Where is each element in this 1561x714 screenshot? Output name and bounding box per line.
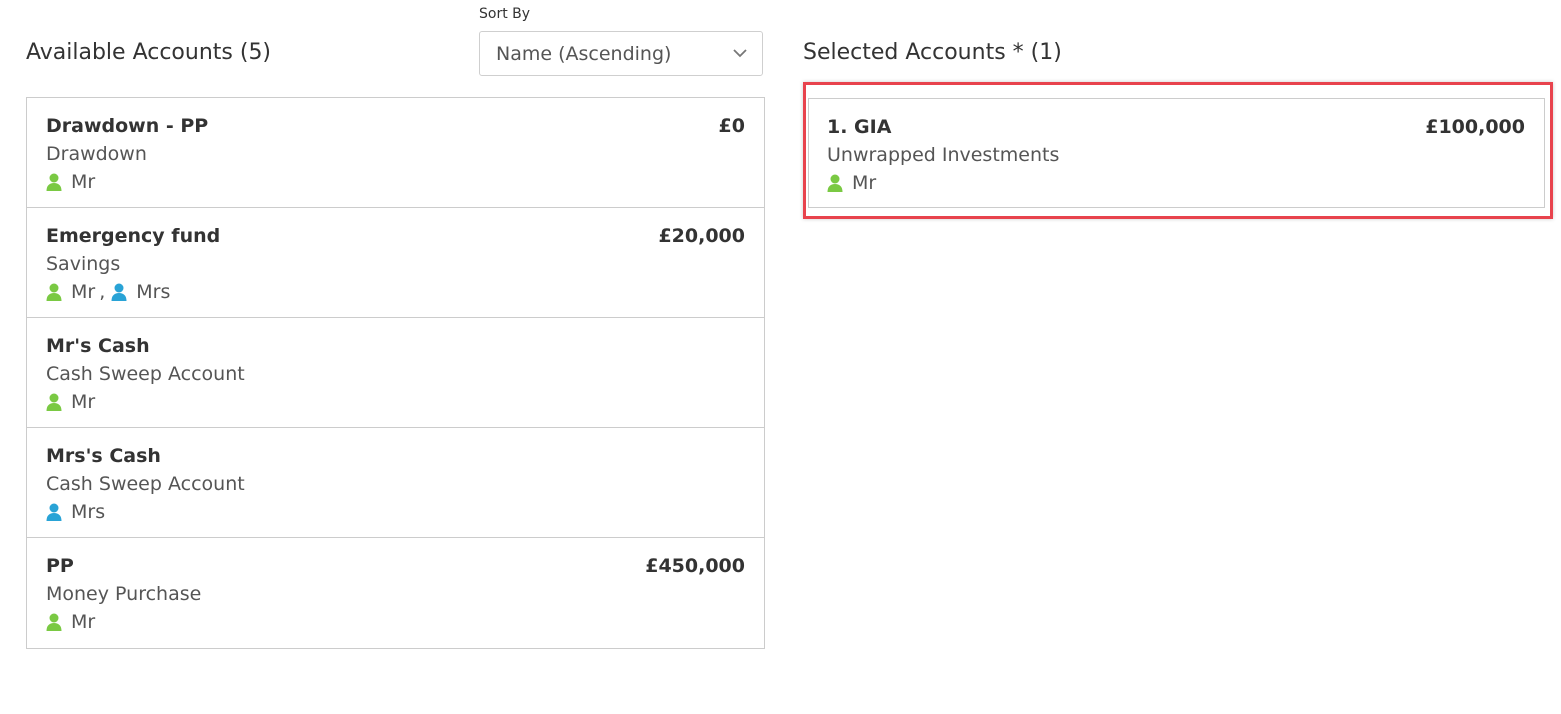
account-name: Drawdown - PP [46, 115, 209, 137]
sort-by-selected-value: Name (Ascending) [496, 42, 672, 65]
account-owners: Mr [46, 608, 745, 636]
account-type: Unwrapped Investments [827, 144, 1060, 166]
account-name: PP [46, 555, 74, 577]
owner-name: Mr [852, 172, 877, 194]
owner-name: Mr [71, 281, 96, 303]
owner-separator: , [99, 281, 106, 303]
account-owner: Mrs [46, 498, 105, 526]
person-icon [46, 503, 62, 521]
account-owner: Mr [46, 388, 95, 416]
account-owner: Mr [46, 608, 95, 636]
person-icon [46, 173, 62, 191]
account-type: Cash Sweep Account [46, 473, 245, 495]
account-name: Emergency fund [46, 225, 221, 247]
account-row[interactable]: Drawdown - PP Drawdown Mr £0 [27, 98, 764, 208]
account-row[interactable]: PP Money Purchase Mr £450,000 [27, 538, 764, 648]
available-accounts-heading: Available Accounts (5) [26, 40, 272, 65]
owner-name: Mr [71, 391, 96, 413]
account-type: Cash Sweep Account [46, 363, 245, 385]
person-icon [46, 613, 62, 631]
account-value: £0 [718, 115, 745, 137]
account-row[interactable]: Emergency fund Savings Mr, Mrs £20,000 [27, 208, 764, 318]
account-owner: Mrs [111, 278, 170, 306]
owner-name: Mrs [71, 501, 106, 523]
account-owner: Mr [46, 168, 95, 196]
account-value: £20,000 [658, 225, 745, 247]
account-value: £100,000 [1425, 116, 1525, 138]
selected-account-card[interactable]: 1. GIA Unwrapped Investments Mr £100,000 [808, 98, 1545, 208]
account-type: Savings [46, 253, 121, 275]
account-owners: Mr [827, 169, 1525, 197]
account-name: 1. GIA [827, 116, 892, 138]
person-icon [46, 393, 62, 411]
person-icon [46, 283, 62, 301]
person-icon [111, 283, 127, 301]
chevron-down-icon [733, 49, 747, 58]
account-type: Money Purchase [46, 583, 202, 605]
account-owners: Mr, Mrs [46, 278, 745, 306]
account-value: £450,000 [645, 555, 745, 577]
account-row[interactable]: Mrs's Cash Cash Sweep Account Mrs [27, 428, 764, 538]
account-owners: Mrs [46, 498, 745, 526]
account-type: Drawdown [46, 143, 147, 165]
account-name: Mrs's Cash [46, 445, 161, 467]
person-icon [827, 174, 843, 192]
sort-by-label: Sort By [479, 6, 531, 22]
account-owners: Mr [46, 168, 745, 196]
selected-accounts-highlight: 1. GIA Unwrapped Investments Mr £100,000 [803, 82, 1553, 219]
account-owner: Mr [827, 169, 876, 197]
account-row[interactable]: Mr's Cash Cash Sweep Account Mr [27, 318, 764, 428]
account-owners: Mr [46, 388, 745, 416]
owner-name: Mrs [136, 281, 171, 303]
account-name: Mr's Cash [46, 335, 150, 357]
selected-accounts-heading: Selected Accounts * (1) [803, 40, 1062, 65]
account-owner: Mr [46, 278, 95, 306]
sort-by-dropdown[interactable]: Name (Ascending) [479, 31, 763, 76]
owner-name: Mr [71, 611, 96, 633]
owner-name: Mr [71, 171, 96, 193]
available-accounts-list: Drawdown - PP Drawdown Mr £0 Emergency fund S… [26, 97, 765, 649]
account-selection-page: Sort By Name (Ascending) Available Accou… [0, 0, 1561, 714]
